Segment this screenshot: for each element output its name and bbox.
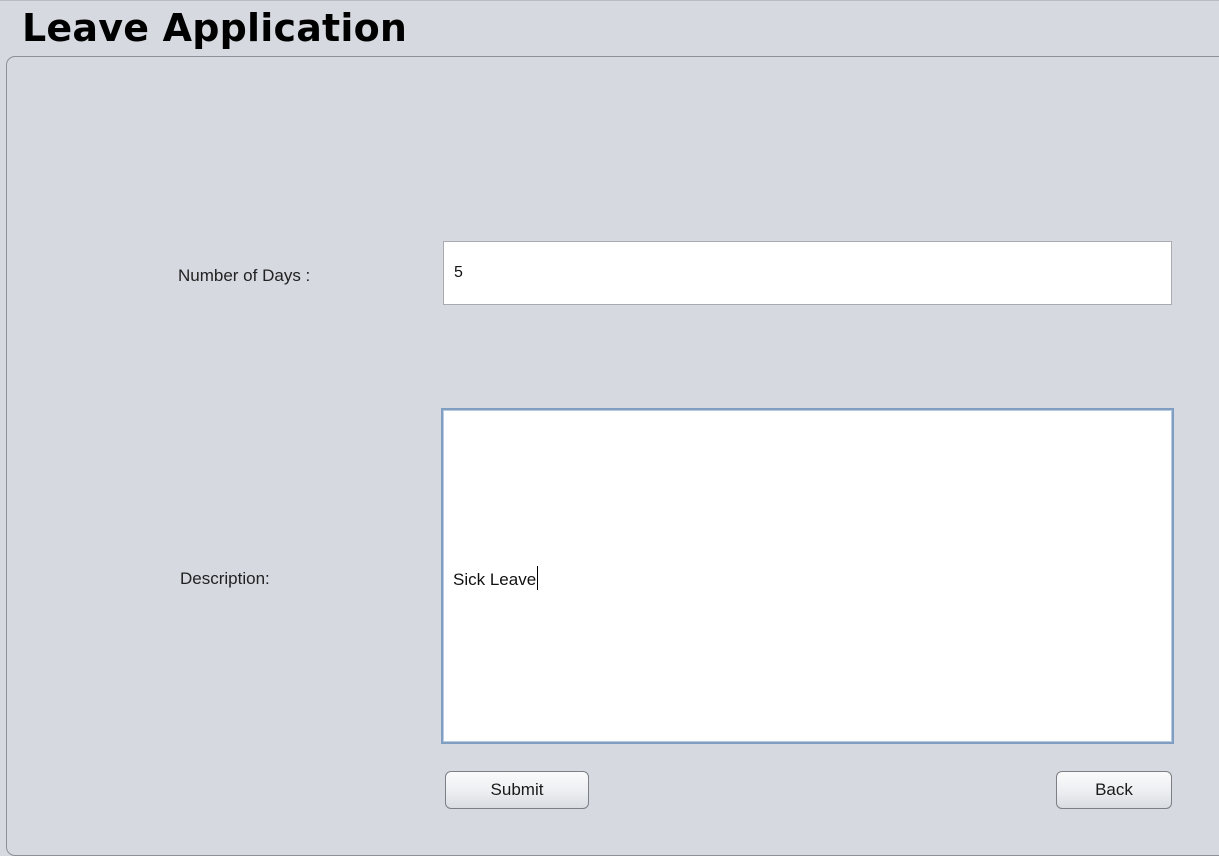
page-title: Leave Application [22,6,408,50]
back-button[interactable]: Back [1056,771,1172,809]
description-label: Description: [180,569,270,588]
description-text: Sick Leave [453,566,539,590]
description-textarea[interactable]: Sick Leave [441,408,1174,744]
description-value: Sick Leave [453,570,537,589]
text-caret [537,566,539,590]
number-of-days-label: Number of Days : [178,266,311,285]
submit-button[interactable]: Submit [445,771,589,809]
number-of-days-input[interactable] [443,241,1172,305]
window-top-edge [0,0,1219,1]
